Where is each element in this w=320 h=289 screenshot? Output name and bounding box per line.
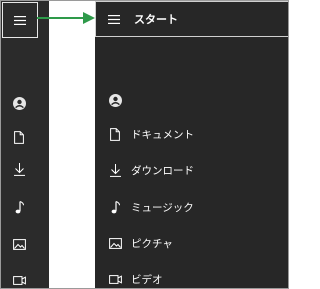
download-icon xyxy=(13,162,25,176)
pane-account-button[interactable] xyxy=(95,86,288,114)
document-icon xyxy=(95,127,135,141)
pane-item-documents[interactable]: ドキュメント xyxy=(95,120,288,148)
pane-item-label: ドキュメント xyxy=(131,128,194,141)
pane-item-label: ミュージック xyxy=(131,201,194,214)
music-icon xyxy=(15,200,24,214)
rail-menu-button[interactable] xyxy=(2,2,38,38)
start-pane-title: スタート xyxy=(134,13,178,26)
pane-item-pictures[interactable]: ピクチャ xyxy=(95,229,288,257)
pane-item-label: ピクチャ xyxy=(131,237,173,250)
background-gap xyxy=(49,1,95,288)
pane-menu-button[interactable] xyxy=(96,14,132,24)
start-pane-header: スタート xyxy=(95,1,288,37)
hamburger-icon xyxy=(108,14,120,24)
music-icon xyxy=(95,200,135,214)
image-icon xyxy=(95,237,135,249)
hamburger-icon xyxy=(14,15,26,25)
video-icon xyxy=(12,275,26,285)
expand-arrow-icon xyxy=(37,12,95,24)
rail-music-button[interactable] xyxy=(1,195,37,219)
pane-item-downloads[interactable]: ダウンロード xyxy=(95,156,288,184)
pane-item-videos[interactable]: ビデオ xyxy=(95,265,288,288)
rail-pictures-button[interactable] xyxy=(1,232,37,256)
pane-item-label: ダウンロード xyxy=(131,164,194,177)
pane-item-label: ビデオ xyxy=(131,273,163,286)
download-icon xyxy=(95,163,135,177)
screenshot-frame: スタート ドキュメント ダウンロード ミュージック ピクチャ ビデオ xyxy=(0,0,289,289)
video-icon xyxy=(95,274,135,284)
rail-downloads-button[interactable] xyxy=(1,157,37,181)
account-icon xyxy=(95,93,135,107)
document-icon xyxy=(14,130,24,144)
rail-videos-button[interactable] xyxy=(1,268,37,288)
start-pane: スタート ドキュメント ダウンロード ミュージック ピクチャ ビデオ xyxy=(95,1,288,288)
navigation-rail xyxy=(1,1,49,288)
rail-account-button[interactable] xyxy=(1,91,37,115)
rail-documents-button[interactable] xyxy=(1,125,37,149)
image-icon xyxy=(12,238,26,250)
account-icon xyxy=(12,96,26,110)
pane-item-music[interactable]: ミュージック xyxy=(95,193,288,221)
